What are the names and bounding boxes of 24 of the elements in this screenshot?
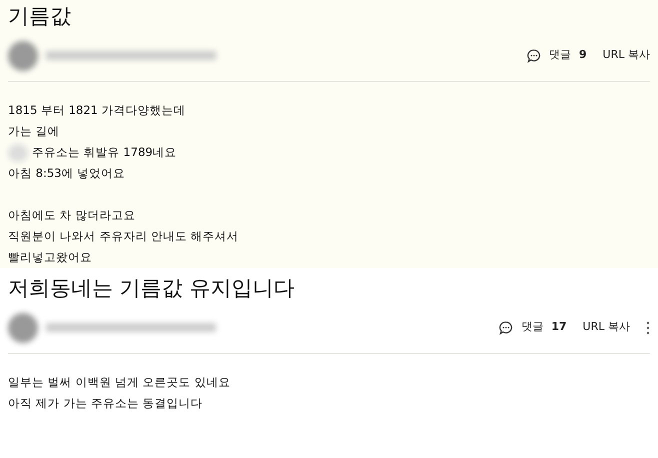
comments-link[interactable]: 댓글 17 — [499, 319, 567, 336]
comment-label: 댓글 — [521, 319, 544, 336]
comment-count: 9 — [579, 47, 587, 64]
post-text-line: 아직 제가 가는 주유소는 동결입니다 — [8, 395, 203, 412]
comments-link[interactable]: 댓글 9 — [527, 47, 587, 64]
copy-url-link[interactable]: URL 복사 — [602, 47, 650, 64]
post-text-line: 아침 8:53에 넣었어요 — [8, 165, 126, 182]
more-menu-icon[interactable] — [646, 320, 650, 334]
post-text-line: 아침에도 차 많더라고요 — [8, 207, 136, 224]
post-text-line: 직원분이 나와서 주유자리 안내도 해주셔서 — [8, 228, 239, 245]
post-text-line: 1815 부터 1821 가격다양했는데 — [8, 102, 186, 119]
post-title: 저희동네는 기름값 유지입니다 — [8, 275, 296, 302]
post-text-line: 가는 길에 — [8, 123, 60, 140]
post-text-line: 주유소는 휘발유 1789네요 — [32, 144, 177, 161]
comment-count: 17 — [551, 319, 567, 336]
post-text-line: 일부는 벌써 이백원 넘게 오른곳도 있네요 — [8, 374, 230, 391]
blurred-avatar — [8, 40, 38, 70]
post-title: 기름값 — [8, 3, 72, 30]
speech-bubble-icon — [499, 320, 514, 334]
copy-url-link[interactable]: URL 복사 — [582, 319, 630, 336]
comment-label: 댓글 — [549, 47, 572, 64]
speech-bubble-icon — [527, 48, 542, 62]
post-text-line: 빨리넣고왔어요 — [8, 249, 92, 266]
blurred-avatar — [8, 312, 38, 342]
